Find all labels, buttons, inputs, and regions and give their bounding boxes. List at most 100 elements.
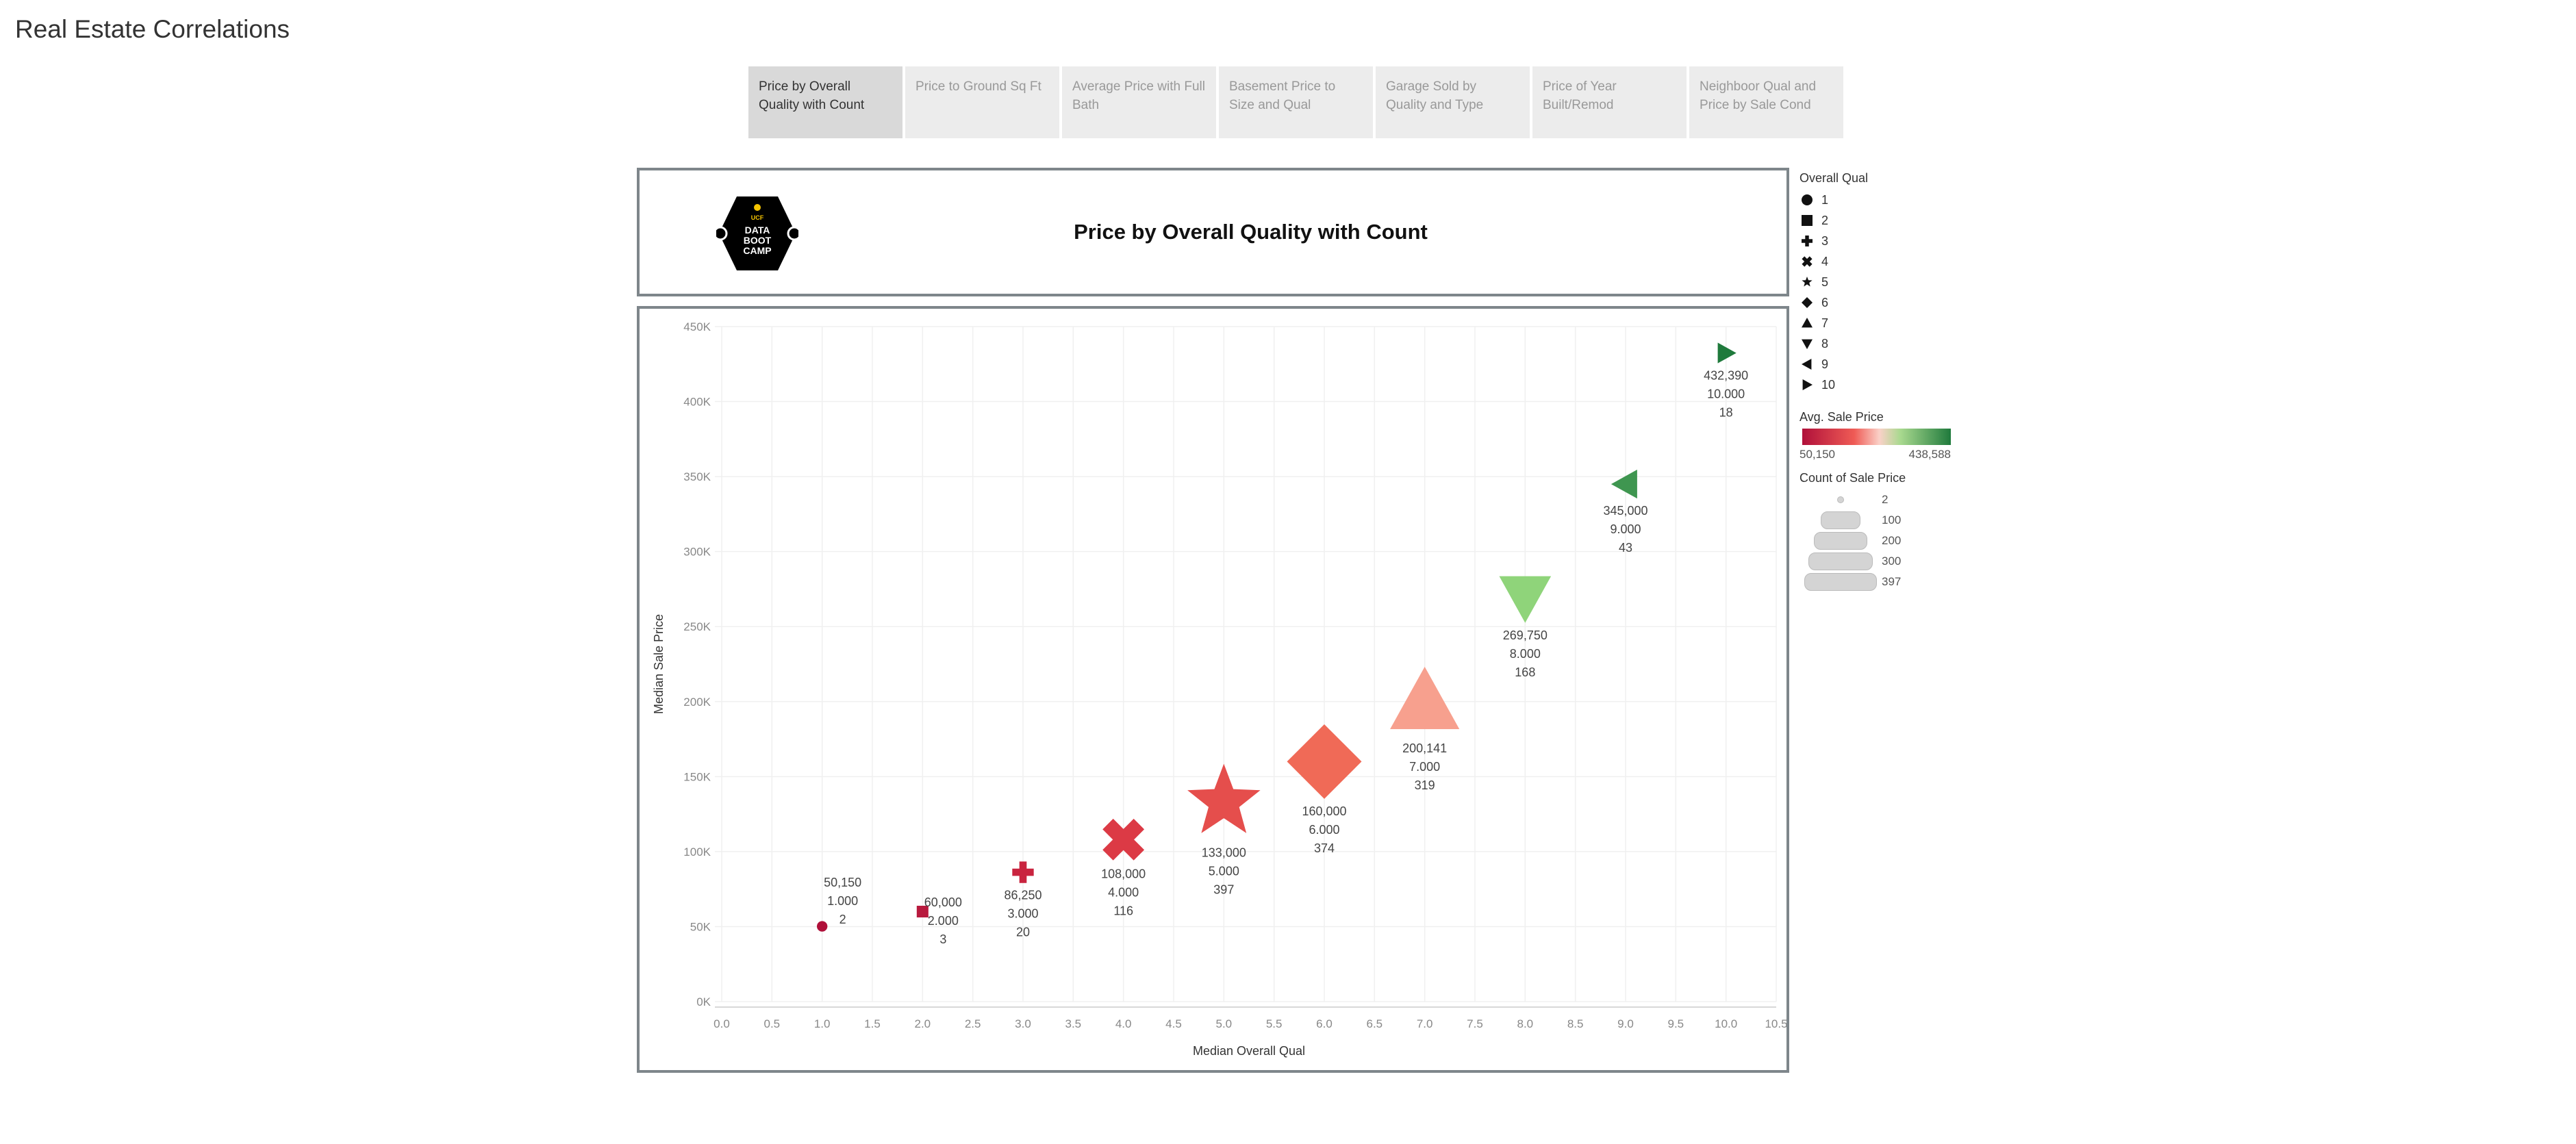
tab-average-price-full-bath[interactable]: Average Price with Full Bath [1062,66,1216,138]
x-tick-label: 8.5 [1567,1017,1584,1030]
x-tick-label: 5.5 [1266,1017,1283,1030]
shape-legend-label: 1 [1821,192,1829,207]
shape-legend-item[interactable]: 8 [1800,333,1964,354]
y-tick-label: 350K [683,470,711,483]
data-label: 345,000 [1603,504,1647,518]
size-swatch [1808,552,1873,570]
x-tick-label: 7.0 [1417,1017,1433,1030]
data-label: 397 [1213,883,1234,897]
x-tick-label: 8.0 [1517,1017,1534,1030]
logo-text-3: CAMP [743,245,771,256]
x-tick-label: 7.5 [1467,1017,1483,1030]
data-point [816,921,828,932]
shape-legend-label: 9 [1821,357,1829,371]
size-legend-item: 300 [1800,551,1964,572]
data-label: 5.000 [1209,865,1239,878]
data-label: 50,150 [824,876,861,889]
data-label: 116 [1113,904,1133,917]
cross-icon [1802,256,1813,267]
y-tick-label: 50K [690,920,711,933]
y-tick-label: 200K [683,696,711,709]
shape-legend-label: 3 [1821,233,1829,248]
data-point [1012,861,1034,883]
data-label: 374 [1314,841,1335,855]
tab-neighboor-qual[interactable]: Neighboor Qual and Price by Sale Cond [1689,66,1843,138]
x-tick-label: 6.5 [1367,1017,1383,1030]
data-point [1499,576,1552,623]
size-legend-label: 2 [1882,493,1889,506]
x-tick-label: 4.0 [1115,1017,1132,1030]
tab-price-by-overall-quality[interactable]: Price by Overall Quality with Count [748,66,902,138]
data-label: 3 [939,932,946,946]
x-tick-label: 2.0 [915,1017,931,1030]
y-tick-label: 250K [683,620,711,633]
shape-legend-label: 4 [1821,254,1829,268]
dashboard-tabs: Price by Overall Quality with Count Pric… [748,66,1846,138]
x-tick-label: 1.0 [814,1017,831,1030]
tab-price-year-built[interactable]: Price of Year Built/Remod [1532,66,1687,138]
color-gradient-bar [1802,429,1951,445]
x-tick-label: 9.0 [1617,1017,1634,1030]
square-icon [1802,215,1813,226]
star-icon [1802,277,1813,287]
size-legend-label: 300 [1882,555,1902,568]
shape-legend-item[interactable]: 7 [1800,313,1964,333]
diamond-icon [1802,297,1813,308]
chart-panel: 0.0 0.5 1.0 1.5 2.0 2.5 3.0 3.5 4.0 4.5 5.0 5.5 6.0 6… [637,306,1789,1073]
legend-panel: Overall Qual 1 2 3 4 5 6 7 8 9 10 Avg. Sale Price… [1800,171,1964,592]
tab-garage-sold[interactable]: Garage Sold by Quality and Type [1376,66,1530,138]
shape-legend-label: 2 [1821,213,1829,227]
shape-legend-item[interactable]: 1 [1800,190,1964,210]
data-label: 2 [839,913,846,926]
x-tick-label: 0.0 [714,1017,730,1030]
shape-legend-item[interactable]: 10 [1800,374,1964,395]
data-label: 133,000 [1202,846,1246,860]
shape-legend-item[interactable]: 4 [1800,251,1964,272]
shape-legend-item[interactable]: 5 [1800,272,1964,292]
scatter-chart: 0.0 0.5 1.0 1.5 2.0 2.5 3.0 3.5 4.0 4.5 5.0 5.5 6.0 6… [652,320,1788,1058]
data-label: 1.000 [827,894,858,908]
tab-basement-price[interactable]: Basement Price to Size and Qual [1219,66,1373,138]
x-tick-label: 1.5 [864,1017,881,1030]
chart-title: Price by Overall Quality with Count [1074,220,1428,244]
size-legend-item: 100 [1800,510,1964,531]
size-legend-label: 200 [1882,534,1902,547]
shape-legend-label: 5 [1821,275,1829,289]
color-legend-title: Avg. Sale Price [1800,410,1884,424]
x-tick-label: 4.5 [1165,1017,1182,1030]
size-legend-item: 2 [1800,490,1964,510]
triangle-left-icon [1802,359,1812,370]
size-legend-item: 200 [1800,531,1964,551]
x-tick-label: 2.5 [965,1017,981,1030]
shape-legend-label: 7 [1821,316,1829,330]
data-point [1717,342,1737,364]
shape-legend-item[interactable]: 2 [1800,210,1964,231]
shape-legend-item[interactable]: 9 [1800,354,1964,374]
size-legend-item: 397 [1800,572,1964,592]
data-label: 269,750 [1503,628,1548,642]
data-label: 7.000 [1409,760,1440,774]
shape-legend-title: Overall Qual [1800,171,1869,185]
y-tick-label: 0K [696,995,711,1008]
tab-price-to-ground-sq-ft[interactable]: Price to Ground Sq Ft [905,66,1059,138]
data-label: 60,000 [924,895,962,909]
shape-legend-item[interactable]: 6 [1800,292,1964,313]
y-tick-label: 100K [683,846,711,859]
x-tick-label: 3.5 [1065,1017,1082,1030]
data-point [1287,724,1362,799]
shape-legend-label: 8 [1821,336,1829,351]
data-label: 18 [1719,406,1733,420]
shape-legend-label: 10 [1821,377,1836,392]
data-label: 8.000 [1510,647,1541,661]
x-tick-label: 0.5 [764,1017,781,1030]
x-tick-label: 6.0 [1316,1017,1333,1030]
data-label: 9.000 [1610,522,1641,536]
chart-header: UCF DATA BOOT CAMP Price by Overall Qual… [637,168,1789,296]
color-legend-max: 438,588 [1908,448,1951,461]
shape-legend-item[interactable]: 3 [1800,231,1964,251]
x-axis-title: Median Overall Qual [1193,1044,1305,1058]
x-tick-label: 5.0 [1216,1017,1233,1030]
plus-icon [1802,236,1813,246]
data-label: 6.000 [1309,823,1339,837]
y-tick-label: 150K [683,770,711,783]
